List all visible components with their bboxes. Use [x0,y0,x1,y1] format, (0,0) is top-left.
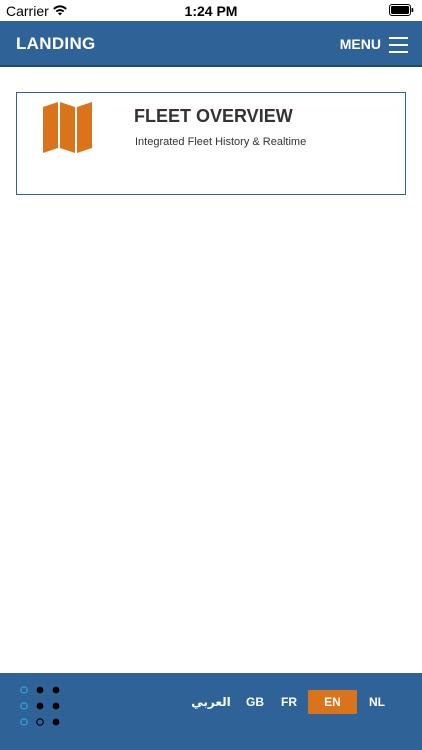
menu-button[interactable]: MENU [340,32,408,56]
hamburger-icon [389,36,408,53]
language-option-ar[interactable]: العربي [189,690,233,714]
brand-logo-icon [20,686,60,726]
page-title: LANDING [16,34,96,53]
clock: 1:24 PM [184,3,238,19]
battery-icon [389,4,414,16]
language-option-gb[interactable]: GB [241,690,269,714]
app-header: LANDING MENU [0,21,422,67]
card-title: FLEET OVERVIEW [134,106,293,126]
menu-label: MENU [339,36,381,52]
footer-bar: العربي GB FR EN NL [0,673,422,750]
language-option-fr[interactable]: FR [275,690,303,714]
card-subtitle: Integrated Fleet History & Realtime [135,136,307,148]
fleet-overview-card[interactable]: FLEET OVERVIEW Integrated Fleet History … [16,92,406,195]
language-option-nl[interactable]: NL [362,690,392,714]
status-bar: Carrier 1:24 PM [0,0,422,21]
language-option-en[interactable]: EN [308,690,357,714]
map-icon [43,102,92,153]
